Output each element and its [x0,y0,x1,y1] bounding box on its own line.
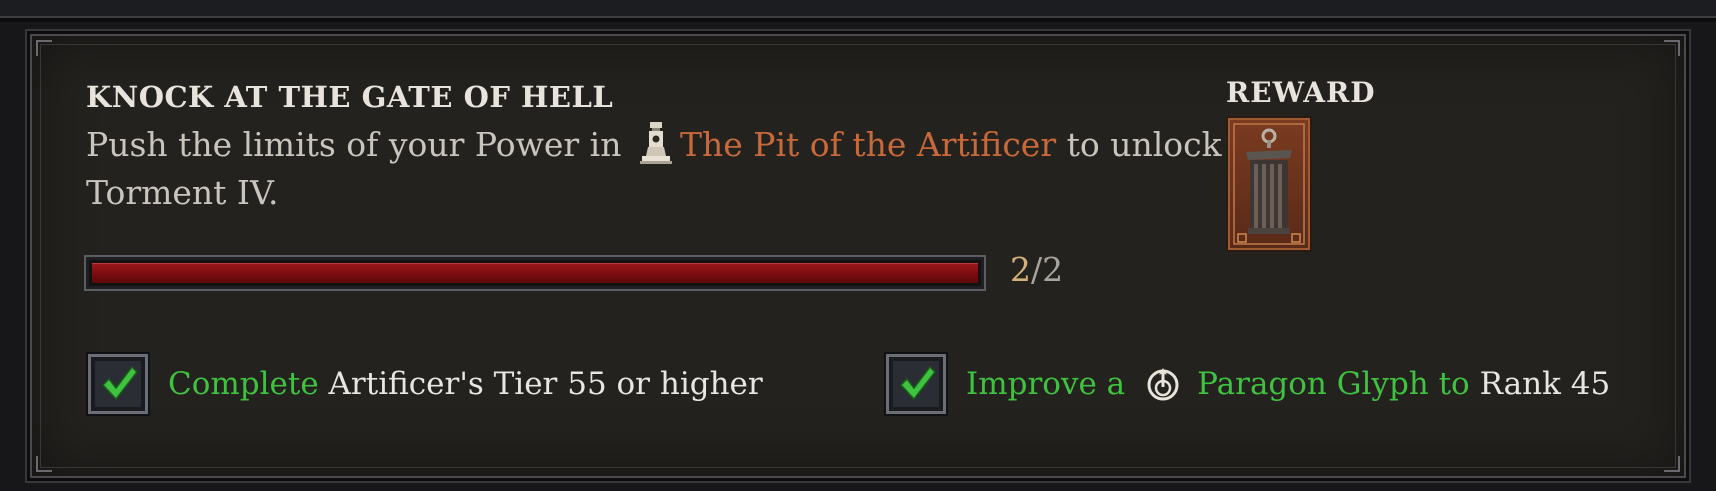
panel-corner-ornament [1664,40,1680,56]
panel-corner-ornament [36,40,52,56]
pit-of-artificer-link[interactable]: The Pit of the Artificer [680,125,1056,164]
panel-corner-ornament [1664,456,1680,472]
cage-reward-icon [1233,123,1305,245]
challenge-panel: KNOCK AT THE GATE OF HELL Push the limit… [30,34,1686,478]
pit-obelisk-icon [636,120,676,166]
progress-separator: / [1031,250,1043,289]
objective-verb: Complete [168,366,319,402]
upper-panel-edge [0,0,1716,22]
checkmark-icon [899,365,936,401]
objective-checkbox [886,354,946,414]
progress-total: 2 [1042,250,1064,289]
reward-label: REWARD [1226,76,1376,109]
panel-corner-ornament [36,456,52,472]
progress-bar-fill [92,263,978,283]
reward-item[interactable] [1228,118,1310,250]
objective-green-text: Paragon Glyph to [1197,366,1470,402]
paragon-glyph-icon [1145,366,1181,402]
description-text: Push the limits of your Power in [86,125,632,164]
objective-item: Complete Artificer's Tier 55 or higher [88,352,763,416]
progress-counter: 2/2 [1010,250,1063,289]
objective-verb: Improve a [966,366,1126,402]
progress-current: 2 [1010,250,1031,289]
objective-text: Rank 45 [1479,366,1611,402]
objective-checkbox [88,354,148,414]
progress-bar [84,255,986,291]
objective-item: Improve a Paragon Glyph to Rank 45 [886,352,1610,416]
objective-text: Artificer's Tier 55 or higher [328,366,763,402]
checkmark-icon [101,365,138,401]
challenge-description: Push the limits of your Power in The Pit… [86,120,1266,217]
challenge-title: KNOCK AT THE GATE OF HELL [86,80,614,114]
